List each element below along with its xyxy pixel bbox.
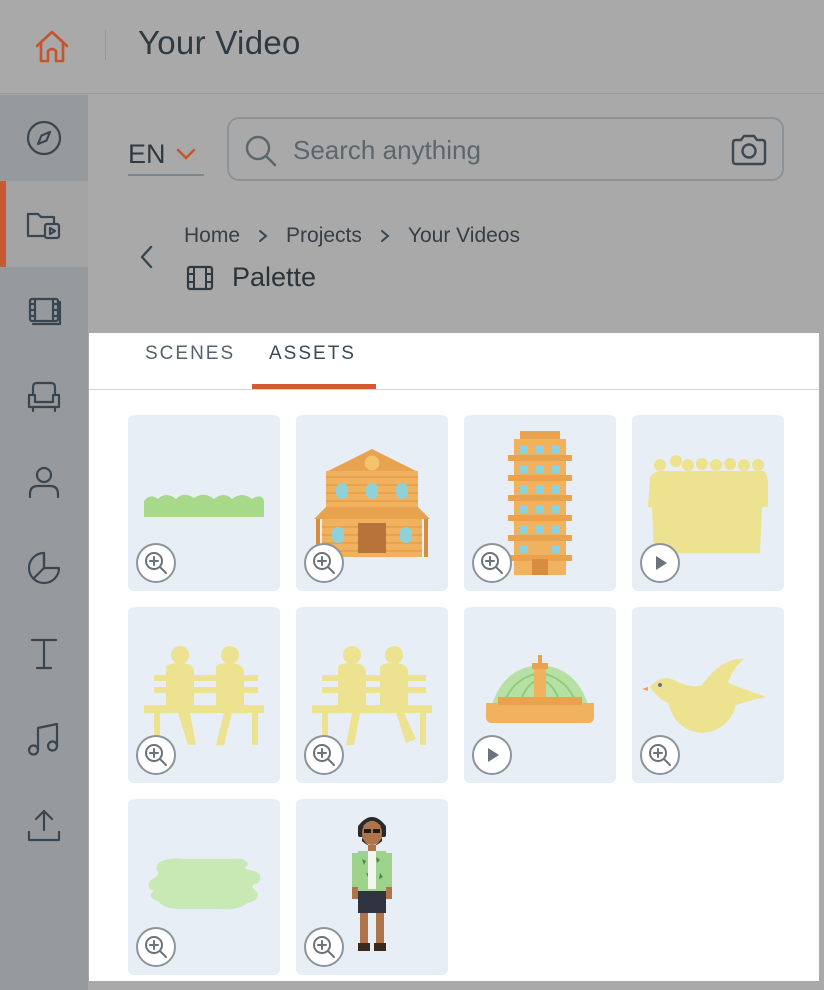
search-input[interactable] [293, 133, 713, 167]
home-button[interactable] [30, 24, 74, 68]
chevron-right-icon [380, 230, 390, 242]
asset-tile-bird[interactable] [632, 607, 784, 783]
tab-assets[interactable]: ASSETS [269, 343, 356, 365]
zoom-in-icon [145, 552, 167, 574]
rail-item-charts[interactable] [0, 525, 88, 611]
zoom-button[interactable] [304, 543, 344, 583]
text-icon [30, 638, 58, 670]
zoom-in-icon [145, 936, 167, 958]
zoom-in-icon [649, 744, 671, 766]
chevron-down-icon [176, 148, 196, 160]
zoom-in-icon [145, 744, 167, 766]
asset-tile-bench-couple[interactable] [128, 607, 280, 783]
breadcrumb-your-videos[interactable]: Your Videos [408, 224, 520, 248]
chevron-right-icon [259, 230, 268, 242]
rail-item-text[interactable] [0, 611, 88, 697]
upload-icon [27, 809, 61, 842]
asset-tile-man-with-headphones[interactable] [296, 799, 448, 975]
zoom-button[interactable] [304, 735, 344, 775]
pie-chart-icon [27, 551, 61, 585]
rail-item-explore[interactable] [0, 95, 88, 181]
app-title: Your Video [138, 24, 301, 61]
tab-bar: SCENES ASSETS [89, 333, 819, 390]
zoom-button[interactable] [136, 735, 176, 775]
page-title-row: Palette [186, 262, 316, 293]
breadcrumb: Home Projects Your Videos [184, 224, 520, 248]
compass-icon [26, 120, 62, 156]
zoom-in-icon [313, 552, 335, 574]
asset-tile-grass-patch[interactable] [128, 799, 280, 975]
page-title: Palette [232, 262, 317, 292]
breadcrumb-home[interactable]: Home [184, 224, 240, 248]
zoom-button[interactable] [136, 927, 176, 967]
tab-scenes[interactable]: SCENES [145, 343, 235, 365]
zoom-in-icon [313, 744, 335, 766]
asset-tile-grass-hedge[interactable] [128, 415, 280, 591]
camera-icon[interactable] [729, 133, 769, 167]
header-divider [105, 30, 106, 60]
language-value: EN [128, 138, 166, 169]
language-select[interactable]: EN [128, 134, 204, 176]
armchair-icon [27, 381, 61, 413]
music-note-icon [27, 722, 59, 756]
rail-item-characters[interactable] [0, 439, 88, 525]
breadcrumb-projects[interactable]: Projects [286, 224, 362, 248]
top-bar: Your Video [0, 0, 824, 94]
play-icon [656, 556, 667, 570]
film-strip-icon [28, 297, 62, 326]
rail-item-projects[interactable] [0, 181, 88, 267]
zoom-in-icon [481, 552, 503, 574]
asset-tile-bank-building[interactable] [296, 415, 448, 591]
search-icon [245, 135, 277, 167]
asset-panel: SCENES ASSETS [89, 333, 819, 981]
asset-tile-crowd-silhouettes[interactable] [632, 415, 784, 591]
play-icon [488, 748, 499, 762]
play-button[interactable] [640, 543, 680, 583]
film-icon [186, 265, 214, 290]
left-rail [0, 95, 88, 990]
rail-item-music[interactable] [0, 697, 88, 783]
play-button[interactable] [472, 735, 512, 775]
person-icon [28, 466, 60, 499]
folder-video-icon [26, 212, 61, 240]
asset-tile-fountain[interactable] [464, 607, 616, 783]
home-icon [35, 30, 69, 63]
search-box[interactable] [227, 117, 784, 181]
asset-tile-bench-couple-alt[interactable] [296, 607, 448, 783]
zoom-button[interactable] [472, 543, 512, 583]
zoom-button[interactable] [136, 543, 176, 583]
zoom-button[interactable] [304, 927, 344, 967]
back-button[interactable] [132, 240, 162, 276]
zoom-in-icon [313, 936, 335, 958]
rail-item-upload[interactable] [0, 783, 88, 869]
zoom-button[interactable] [640, 735, 680, 775]
active-tab-indicator [252, 384, 376, 389]
rail-item-scenes[interactable] [0, 267, 88, 353]
chevron-left-icon [140, 245, 153, 269]
rail-item-props[interactable] [0, 353, 88, 439]
asset-tile-tall-tower[interactable] [464, 415, 616, 591]
